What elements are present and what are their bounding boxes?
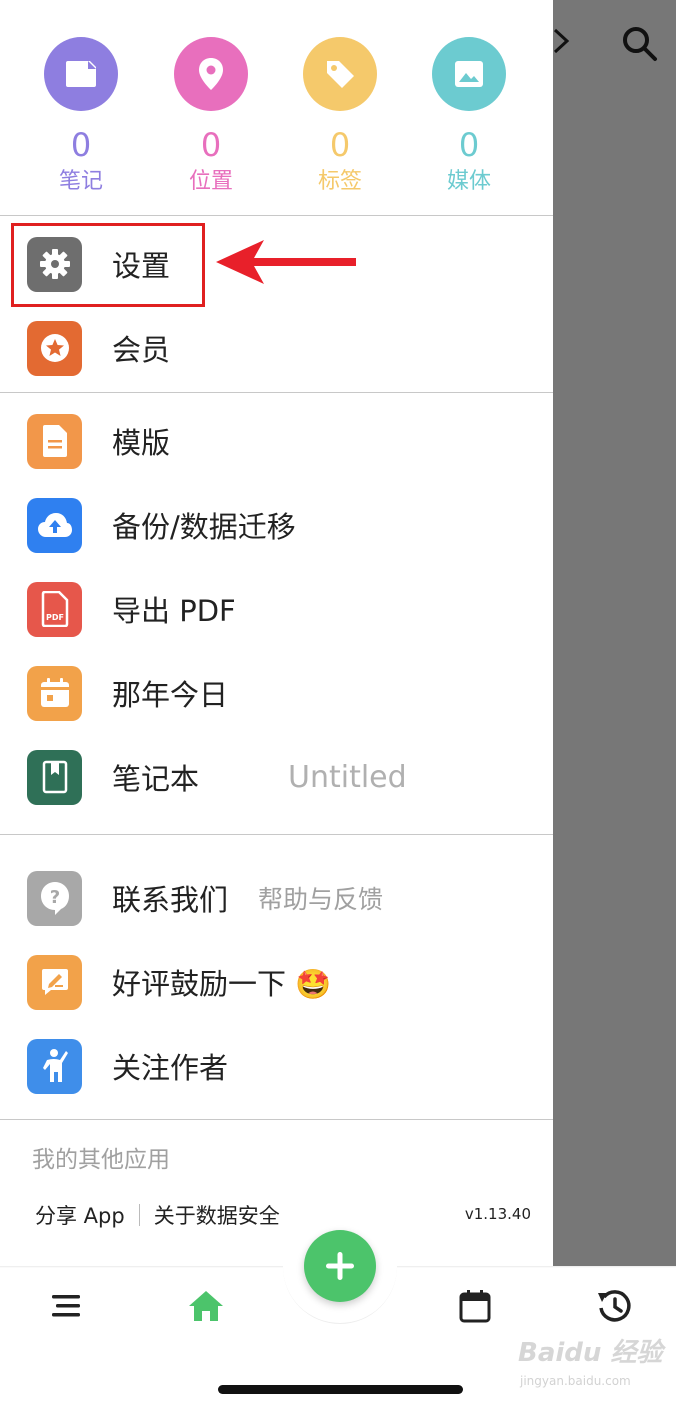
stat-count: 0 [329,126,351,164]
help-icon: ? [27,870,82,926]
image-icon [432,37,506,111]
note-icon [44,37,118,111]
notebook-value: Untitled [288,759,407,795]
separator [138,1204,140,1226]
cloud-upload-icon [27,497,82,553]
tab-home[interactable] [186,1286,226,1326]
menu-item-on-this-day[interactable]: 那年今日 [0,651,553,735]
menu-icon [52,1295,80,1317]
menu-item-member[interactable]: 会员 [0,306,553,390]
share-app-link[interactable]: 分享 App [35,1200,125,1230]
tab-history[interactable] [594,1286,634,1326]
divider [0,834,553,835]
stat-count: 0 [200,126,222,164]
calendar-icon [27,665,82,721]
home-indicator[interactable] [218,1385,463,1394]
menu-label: 联系我们 [112,883,229,917]
stat-notes[interactable]: 0 笔记 [31,37,131,197]
stat-tags[interactable]: 0 标签 [290,37,390,197]
menu-item-export-pdf[interactable]: PDF 导出 PDF [0,567,553,651]
calendar-icon [459,1290,491,1323]
location-pin-icon [174,37,248,111]
history-icon [598,1290,631,1322]
stat-label: 媒体 [446,169,491,194]
menu-label: 笔记本 [112,762,200,796]
menu-label: 导出 PDF [112,594,236,628]
red-arrow-annotation [216,240,356,284]
stats-row: 0 笔记 0 位置 0 标签 0 媒体 [0,0,553,215]
menu-item-backup[interactable]: 备份/数据迁移 [0,483,553,567]
menu-item-rate[interactable]: 好评鼓励一下 🤩 [0,940,553,1024]
divider [0,392,553,393]
plus-icon [326,1252,354,1280]
menu-label: 关注作者 [112,1051,229,1085]
footer-links: 分享 App 关于数据安全 [35,1200,280,1230]
review-edit-icon [27,954,82,1010]
tag-icon [303,37,377,111]
watermark-url: jingyan.baidu.com [520,1374,631,1388]
home-icon [189,1291,223,1321]
stat-label: 标签 [317,169,362,194]
tab-menu[interactable] [47,1286,87,1326]
divider [0,215,553,216]
menu-item-follow[interactable]: 关注作者 [0,1024,553,1108]
background-overlay[interactable] [553,0,676,1266]
contact-subtitle: 帮助与反馈 [258,885,384,914]
svg-text:PDF: PDF [46,613,64,622]
menu-label: 会员 [112,333,171,367]
menu-item-contact[interactable]: ? 联系我们 帮助与反馈 [0,856,553,940]
watermark-brand: Baidu 经验 [518,1338,663,1368]
stat-label: 笔记 [58,169,103,194]
stat-label: 位置 [188,169,233,194]
notebook-icon [27,749,82,805]
svg-text:?: ? [49,887,59,908]
star-badge-icon [27,320,82,376]
other-apps-heading[interactable]: 我的其他应用 [32,1140,170,1174]
add-note-button[interactable] [304,1230,376,1302]
version-label: v1.13.40 [464,1205,531,1223]
menu-label: 那年今日 [112,678,229,712]
menu-item-template[interactable]: 模版 [0,399,553,483]
search-icon[interactable] [620,24,660,64]
menu-item-notebook[interactable]: 笔记本 Untitled [0,735,553,819]
divider [0,1119,553,1120]
stat-locations[interactable]: 0 位置 [161,37,261,197]
pdf-file-icon: PDF [27,581,82,637]
stat-media[interactable]: 0 媒体 [419,37,519,197]
menu-label: 好评鼓励一下 🤩 [112,967,332,1001]
side-drawer: 0 笔记 0 位置 0 标签 0 媒体 设置 会员 模版 备份/数据迁移 PDF… [0,0,553,1266]
menu-label: 模版 [112,426,171,460]
highlight-box [11,223,205,307]
document-icon [27,413,82,469]
data-security-link[interactable]: 关于数据安全 [154,1200,280,1230]
stat-count: 0 [458,126,480,164]
tab-calendar[interactable] [455,1286,495,1326]
stat-count: 0 [70,126,92,164]
menu-label: 备份/数据迁移 [112,510,296,544]
person-waving-icon [27,1038,82,1094]
